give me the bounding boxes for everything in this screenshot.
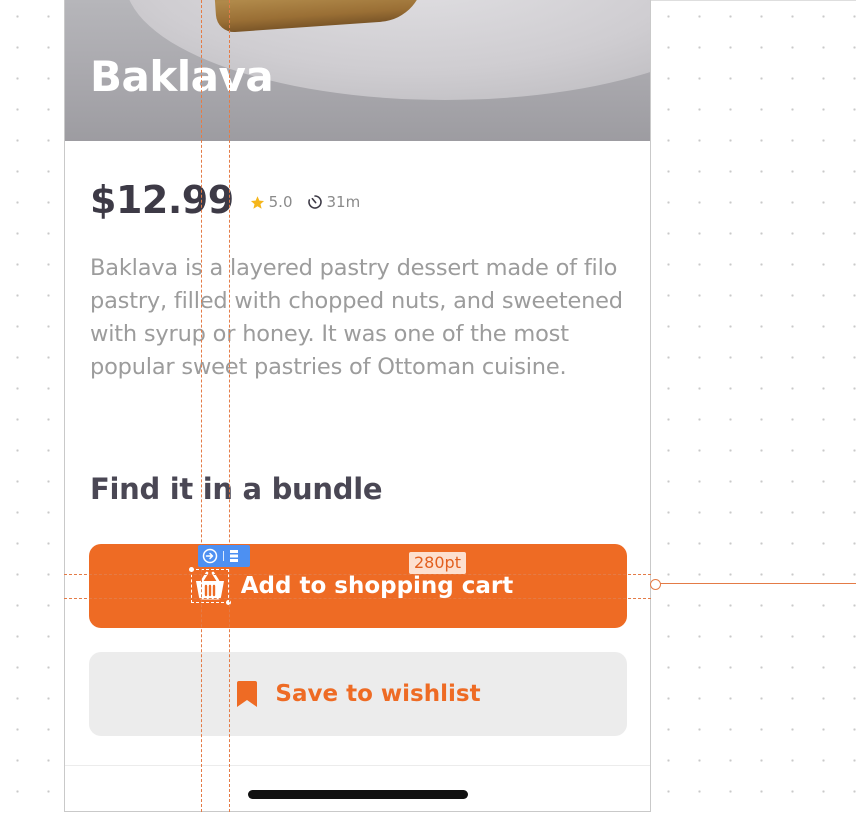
toolbar-separator (223, 551, 224, 561)
rating-value: 5.0 (268, 193, 293, 211)
arrow-right-circle-icon[interactable] (202, 548, 218, 564)
product-detail-screen: Baklava $12.99 5.0 31m Baklava is a laye… (64, 0, 651, 812)
hero-image: Baklava (65, 0, 650, 141)
rating: 5.0 (250, 193, 293, 211)
spacing-indicator (650, 579, 856, 590)
add-to-cart-button[interactable]: Add to shopping cart (89, 544, 627, 628)
price-row: $12.99 5.0 31m (90, 178, 374, 222)
save-to-wishlist-button[interactable]: Save to wishlist (89, 652, 627, 736)
product-title: Baklava (90, 52, 274, 101)
guide-line-horizontal-bottom (64, 598, 651, 599)
time-value: 31m (326, 193, 361, 211)
canvas-top-line (650, 0, 856, 1)
timer-icon (307, 195, 322, 209)
bookmark-icon (237, 681, 258, 707)
stack-icon[interactable] (229, 549, 239, 563)
guide-line-vertical-left (201, 0, 202, 812)
product-description: Baklava is a layered pastry dessert made… (90, 255, 623, 380)
add-to-cart-label: Add to shopping cart (240, 573, 514, 599)
save-to-wishlist-label: Save to wishlist (275, 681, 481, 707)
guide-line-vertical-right (229, 0, 230, 812)
selection-toolbar[interactable] (198, 545, 250, 567)
bottom-divider (65, 765, 650, 766)
star-icon (250, 195, 264, 209)
product-price: $12.99 (90, 178, 234, 222)
product-meta: 5.0 31m (250, 193, 375, 211)
bundle-section-title: Find it in a bundle (90, 472, 383, 506)
home-indicator (248, 790, 468, 799)
measurement-label: 280pt (409, 552, 466, 574)
prep-time: 31m (307, 193, 361, 211)
guide-line-horizontal-top (64, 574, 651, 575)
